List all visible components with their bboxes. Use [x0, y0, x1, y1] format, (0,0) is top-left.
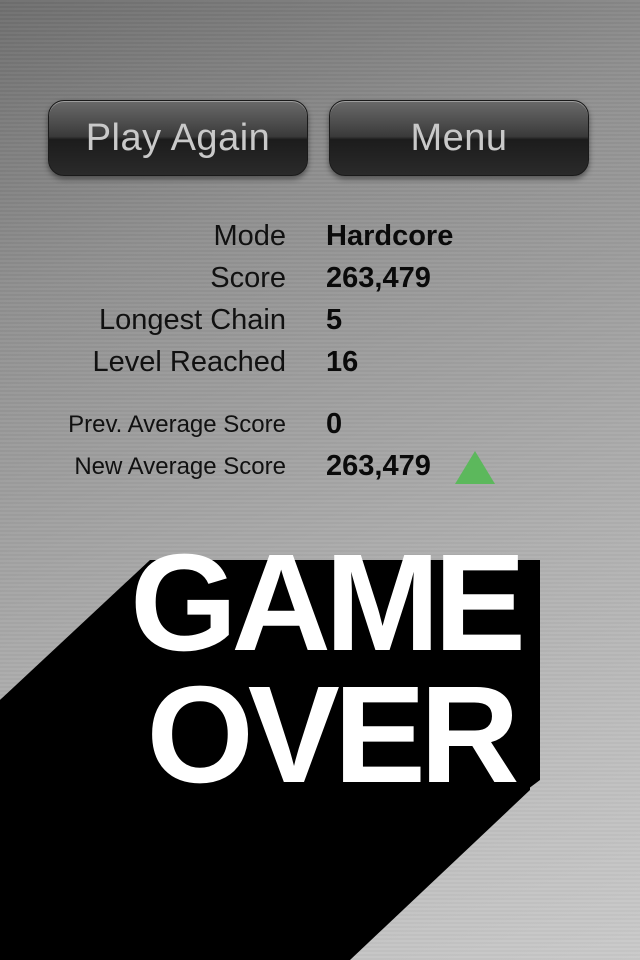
title-line-game: GAME — [130, 526, 521, 680]
title-line-over: OVER — [146, 658, 516, 812]
game-over-title: GAME OVER — [130, 526, 527, 812]
game-over-screen: Play Again Menu Mode Hardcore Score 263,… — [0, 0, 640, 960]
